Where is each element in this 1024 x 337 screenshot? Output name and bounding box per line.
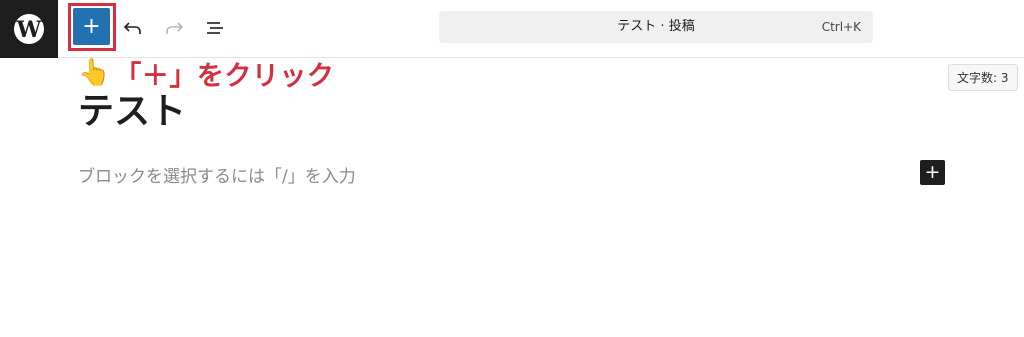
undo-button[interactable] bbox=[119, 14, 147, 42]
word-count-badge: 文字数: 3 bbox=[948, 64, 1018, 91]
document-title: テスト · 投稿 bbox=[617, 19, 695, 34]
wordpress-logo-button[interactable]: W bbox=[0, 0, 58, 58]
block-inserter-button[interactable]: + bbox=[73, 8, 110, 45]
block-add-button[interactable]: + bbox=[920, 160, 945, 185]
wordpress-logo-letter: W bbox=[16, 16, 42, 43]
plus-icon: + bbox=[924, 161, 941, 183]
redo-button[interactable] bbox=[160, 14, 188, 42]
document-overview-button[interactable] bbox=[201, 14, 229, 42]
redo-icon bbox=[166, 22, 184, 34]
command-shortcut-hint: Ctrl+K bbox=[821, 20, 861, 34]
editor-toolbar: W + テスト · 投稿 Ctrl+K bbox=[0, 0, 1024, 58]
wordpress-icon: W bbox=[14, 14, 44, 44]
block-placeholder[interactable]: ブロックを選択するには「/」を入力 bbox=[78, 162, 356, 187]
command-palette-bar[interactable]: テスト · 投稿 Ctrl+K bbox=[439, 11, 873, 43]
plus-icon: + bbox=[82, 13, 101, 39]
list-view-icon bbox=[207, 22, 223, 34]
post-title[interactable]: テスト bbox=[78, 82, 186, 134]
undo-icon bbox=[123, 22, 141, 34]
